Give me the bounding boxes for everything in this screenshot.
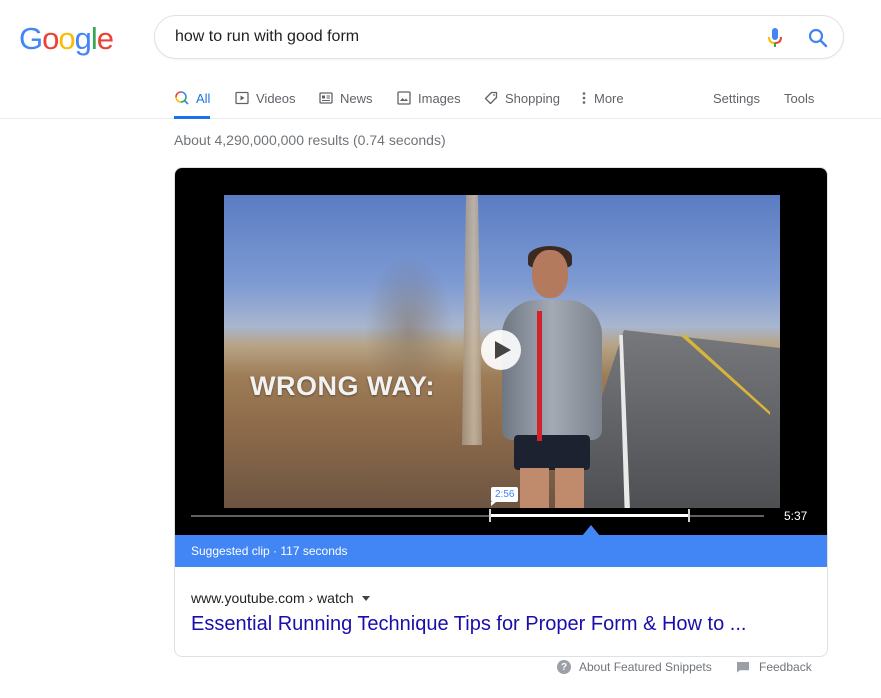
tab-label: Shopping (505, 90, 560, 106)
play-button[interactable] (481, 330, 521, 370)
video-timeline[interactable] (191, 509, 764, 522)
play-box-icon (234, 90, 250, 106)
video-thumbnail[interactable]: WRONG WAY: (224, 195, 780, 508)
suggested-clip-range[interactable] (490, 514, 689, 517)
tab-news[interactable]: News (318, 78, 373, 118)
search-box (154, 15, 844, 59)
logo-letter: e (96, 21, 114, 56)
tag-icon (483, 90, 499, 106)
tab-label: News (340, 90, 373, 106)
posture-line (537, 311, 542, 441)
search-tabs: All Videos News Images Shopping More Set… (0, 78, 881, 119)
tree-trunk (462, 195, 482, 445)
logo-letter: o (42, 21, 59, 56)
result-stats: About 4,290,000,000 results (0.74 second… (174, 132, 446, 148)
clip-start-marker[interactable] (489, 509, 492, 522)
tab-label: All (196, 90, 211, 106)
about-featured-snippets-link[interactable]: ? About Featured Snippets (557, 660, 712, 674)
about-label: About Featured Snippets (579, 660, 712, 674)
tab-label: Videos (256, 90, 296, 106)
clip-end-marker[interactable] (687, 509, 690, 522)
video-overlay-text: WRONG WAY: (250, 371, 435, 401)
logo-letter: o (58, 21, 75, 56)
settings-link[interactable]: Settings (713, 78, 760, 118)
feedback-link[interactable]: Feedback (737, 660, 812, 674)
logo-letter: g (74, 21, 92, 56)
tab-videos[interactable]: Videos (234, 78, 296, 118)
tab-images[interactable]: Images (396, 78, 461, 118)
video-player[interactable]: WRONG WAY: 2:56 5:37 (175, 168, 827, 536)
play-icon (494, 341, 511, 359)
newspaper-icon (318, 90, 334, 106)
tools-link[interactable]: Tools (784, 78, 814, 118)
runner-head (532, 250, 568, 298)
dropdown-arrow-icon[interactable] (361, 595, 370, 601)
featured-snippet-card: WRONG WAY: 2:56 5:37 Suggested clip · 11… (174, 167, 828, 657)
result-cite: www.youtube.com › watch (191, 590, 370, 606)
runner-shorts (514, 435, 590, 470)
image-icon (396, 90, 412, 106)
google-logo[interactable]: Google (19, 21, 114, 57)
tab-all[interactable]: All (174, 78, 211, 119)
tab-label: More (594, 90, 624, 106)
result-title-link[interactable]: Essential Running Technique Tips for Pro… (191, 613, 746, 636)
tab-shopping[interactable]: Shopping (483, 78, 560, 118)
tab-more[interactable]: More (580, 78, 624, 118)
tab-label: Images (418, 90, 461, 106)
feedback-label: Feedback (759, 660, 812, 674)
feedback-icon (737, 661, 749, 673)
cite-url: www.youtube.com › watch (191, 590, 354, 606)
microphone-icon[interactable] (767, 27, 783, 49)
runner-legs (520, 468, 584, 508)
clip-start-badge: 2:56 (491, 487, 519, 506)
suggested-clip-bar: Suggested clip · 117 seconds (175, 535, 827, 567)
video-duration: 5:37 (784, 509, 808, 523)
runner-figure (502, 246, 607, 508)
vertical-dots-icon (580, 90, 588, 106)
search-icon[interactable] (807, 27, 829, 49)
logo-letter: G (19, 21, 43, 56)
search-multicolor-icon (174, 90, 190, 106)
search-input[interactable] (175, 28, 735, 46)
help-icon: ? (557, 660, 571, 674)
runner-torso (502, 300, 602, 440)
